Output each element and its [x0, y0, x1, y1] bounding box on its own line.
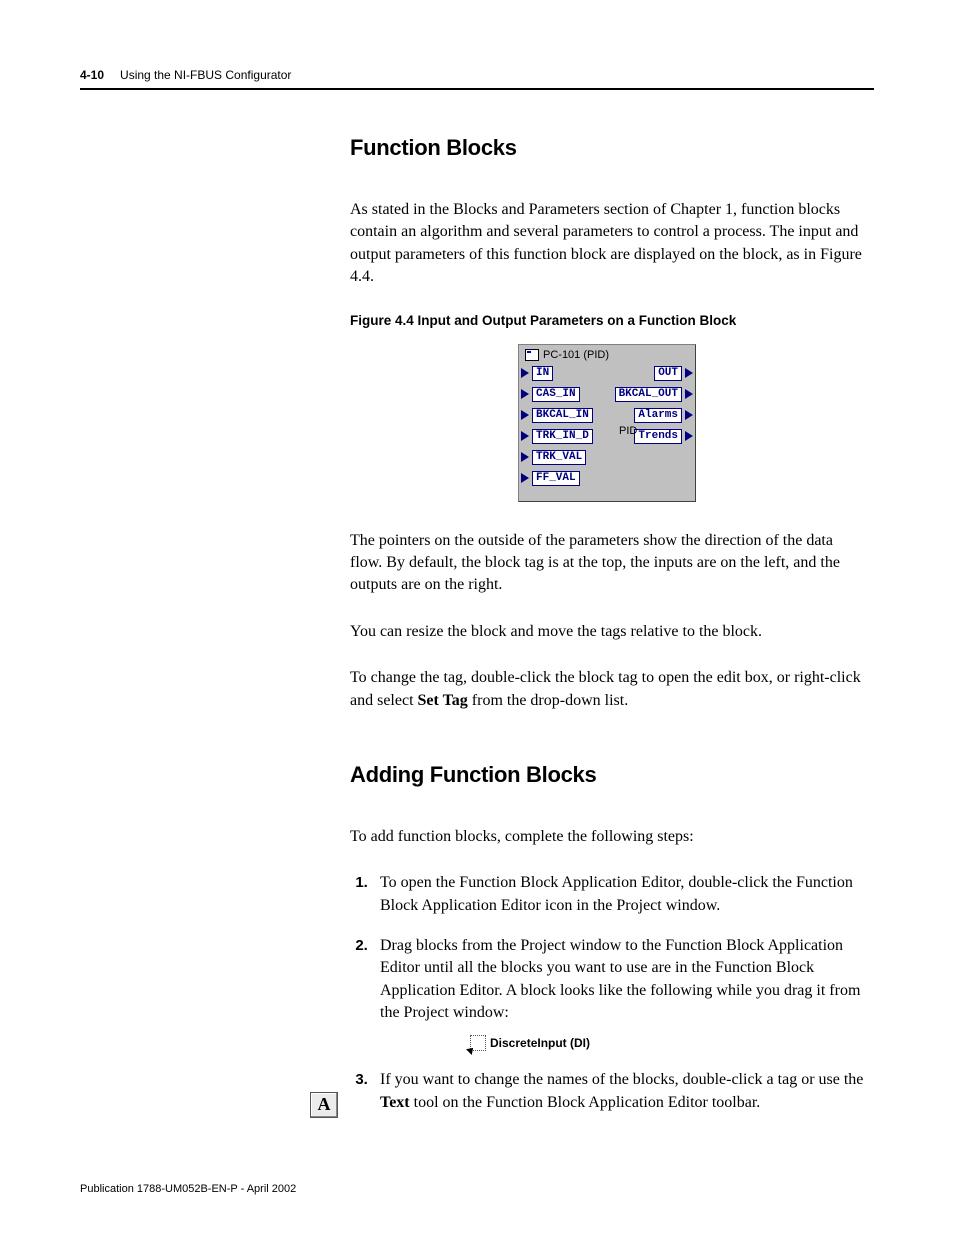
section-title-function-blocks: Function Blocks: [350, 135, 864, 161]
para-change-tag: To change the tag, double-click the bloc…: [350, 667, 864, 712]
para-resize: You can resize the block and move the ta…: [350, 621, 864, 643]
block-icon: [525, 349, 539, 361]
port-trends: Trends: [634, 429, 693, 444]
header-doc-section: Using the NI-FBUS Configurator: [120, 68, 291, 82]
para-intro: As stated in the Blocks and Parameters s…: [350, 199, 864, 289]
para-pointers: The pointers on the outside of the param…: [350, 530, 864, 597]
drag-block-figure: DiscreteInput (DI): [470, 1035, 864, 1052]
port-ff-val: FF_VAL: [521, 471, 580, 486]
page-number: 4-10: [80, 68, 104, 82]
port-in: IN: [521, 366, 553, 381]
para-steps-intro: To add function blocks, complete the fol…: [350, 826, 864, 848]
pid-block: PC-101 (PID) IN OUT CAS_IN BKCAL_OUT BKC…: [518, 344, 696, 502]
drag-cursor-icon: [470, 1035, 486, 1051]
figure-caption: Figure 4.4 Input and Output Parameters o…: [350, 313, 864, 328]
block-title: PC-101 (PID): [543, 349, 609, 361]
drag-block-label: DiscreteInput (DI): [490, 1035, 590, 1052]
function-block-figure: PC-101 (PID) IN OUT CAS_IN BKCAL_OUT BKC…: [350, 344, 864, 502]
text-tool-icon: A: [310, 1092, 338, 1118]
port-bkcal-out: BKCAL_OUT: [615, 387, 693, 402]
step-2: Drag blocks from the Project window to t…: [372, 935, 864, 1051]
header-rule: [80, 88, 874, 90]
port-cas-in: CAS_IN: [521, 387, 580, 402]
port-bkcal-in: BKCAL_IN: [521, 408, 593, 423]
footer-publication: Publication 1788-UM052B-EN-P - April 200…: [80, 1183, 296, 1195]
port-trk-in-d: TRK_IN_D: [521, 429, 593, 444]
port-out: OUT: [654, 366, 693, 381]
step-1: To open the Function Block Application E…: [372, 872, 864, 917]
port-alarms: Alarms: [634, 408, 693, 423]
step-3: If you want to change the names of the b…: [372, 1069, 864, 1114]
block-center-label: PID: [619, 425, 637, 437]
port-trk-val: TRK_VAL: [521, 450, 586, 465]
section-title-adding-blocks: Adding Function Blocks: [350, 762, 864, 788]
